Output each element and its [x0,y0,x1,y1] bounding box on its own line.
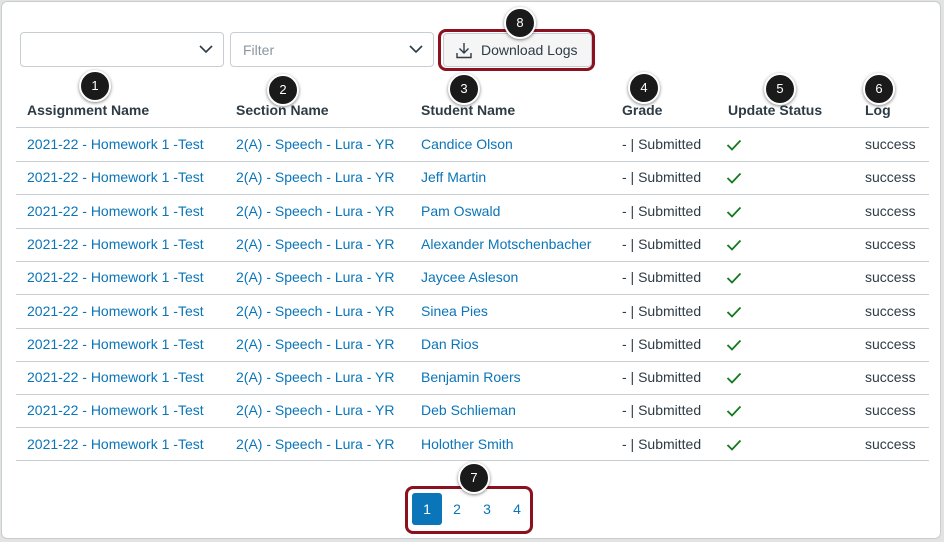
student-link[interactable]: Deb Schlieman [421,402,516,418]
check-icon [726,439,742,451]
check-icon [726,206,742,218]
section-link[interactable]: 2(A) - Speech - Lura - YR [236,402,394,418]
assignment-link[interactable]: 2021-22 - Homework 1 -Test [27,303,204,319]
callout-badge-1: 1 [79,70,111,102]
check-icon [726,339,742,351]
assignment-link[interactable]: 2021-22 - Homework 1 -Test [27,369,204,385]
assignment-link[interactable]: 2021-22 - Homework 1 -Test [27,169,204,185]
student-link[interactable]: Candice Olson [421,136,513,152]
page-2-button[interactable]: 2 [442,493,472,525]
check-icon [726,273,742,284]
log-cell: success [865,169,916,186]
assignment-link[interactable]: 2021-22 - Homework 1 -Test [27,203,204,219]
callout-badge-5: 5 [764,73,796,105]
log-cell: success [865,235,916,252]
student-link[interactable]: Sinea Pies [421,303,488,319]
student-link[interactable]: Dan Rios [421,336,479,352]
check-icon [726,372,742,384]
student-link[interactable]: Benjamin Roers [421,369,521,385]
table-row: 2021-22 - Homework 1 -Test 2(A) - Speech … [2,228,940,262]
grade-cell: - | Submitted [622,402,702,419]
grade-cell: - | Submitted [622,335,702,352]
grade-cell: - | Submitted [622,202,702,219]
section-link[interactable]: 2(A) - Speech - Lura - YR [236,303,394,319]
log-cell: success [865,202,916,219]
section-link[interactable]: 2(A) - Speech - Lura - YR [236,136,394,152]
table-row: 2021-22 - Homework 1 -Test 2(A) - Speech … [2,428,940,461]
sis-sync-log-panel: Filter Download Logs Assignment Name Sec… [1,1,941,539]
check-icon [726,239,742,251]
table-row: 2021-22 - Homework 1 -Test 2(A) - Speech … [2,128,940,162]
table-row: 2021-22 - Homework 1 -Test 2(A) - Speech … [2,394,940,429]
table-row: 2021-22 - Homework 1 -Test 2(A) - Speech … [2,161,940,196]
student-link[interactable]: Jeff Martin [421,169,486,185]
section-link[interactable]: 2(A) - Speech - Lura - YR [236,269,394,285]
page-1-button[interactable]: 1 [412,493,442,525]
callout-badge-2: 2 [267,74,299,106]
section-link[interactable]: 2(A) - Speech - Lura - YR [236,236,394,252]
filter-placeholder: Filter [243,42,275,58]
section-link[interactable]: 2(A) - Speech - Lura - YR [236,169,394,185]
assignment-select[interactable] [20,32,224,67]
grade-cell: - | Submitted [622,169,702,186]
grade-cell: - | Submitted [622,435,702,452]
filter-select[interactable]: Filter [230,32,434,67]
table-row: 2021-22 - Homework 1 -Test 2(A) - Speech … [2,261,940,296]
table-row: 2021-22 - Homework 1 -Test 2(A) - Speech … [2,295,940,329]
section-link[interactable]: 2(A) - Speech - Lura - YR [236,336,394,352]
check-icon [726,173,742,185]
log-cell: success [865,302,916,319]
chevron-down-icon [409,45,423,54]
section-link[interactable]: 2(A) - Speech - Lura - YR [236,436,394,452]
student-link[interactable]: Jaycee Asleson [421,269,518,285]
check-icon [726,306,742,318]
callout-badge-7: 7 [458,462,490,494]
page-4-button[interactable]: 4 [502,493,532,525]
column-header-assignment[interactable]: Assignment Name [27,102,149,118]
assignment-link[interactable]: 2021-22 - Homework 1 -Test [27,436,204,452]
assignment-link[interactable]: 2021-22 - Homework 1 -Test [27,136,204,152]
log-cell: success [865,435,916,452]
callout-badge-8: 8 [504,7,536,39]
student-link[interactable]: Holother Smith [421,436,514,452]
log-cell: success [865,269,916,286]
check-icon [726,139,742,151]
assignment-link[interactable]: 2021-22 - Homework 1 -Test [27,236,204,252]
table-row: 2021-22 - Homework 1 -Test 2(A) - Speech … [2,361,940,396]
grade-cell: - | Submitted [622,269,702,286]
assignment-link[interactable]: 2021-22 - Homework 1 -Test [27,269,204,285]
log-cell: success [865,402,916,419]
assignment-link[interactable]: 2021-22 - Homework 1 -Test [27,336,204,352]
log-cell: success [865,369,916,386]
log-cell: success [865,335,916,352]
assignment-link[interactable]: 2021-22 - Homework 1 -Test [27,402,204,418]
student-link[interactable]: Pam Oswald [421,203,500,219]
table-row: 2021-22 - Homework 1 -Test 2(A) - Speech … [2,195,940,229]
table-row: 2021-22 - Homework 1 -Test 2(A) - Speech … [2,328,940,362]
grade-cell: - | Submitted [622,136,702,152]
callout-badge-4: 4 [628,72,660,104]
column-header-grade[interactable]: Grade [622,102,662,118]
grade-cell: - | Submitted [622,369,702,386]
grade-cell: - | Submitted [622,235,702,252]
table-bottom-divider [16,460,929,461]
callout-badge-3: 3 [448,73,480,105]
grade-cell: - | Submitted [622,302,702,319]
student-link[interactable]: Alexander Motschenbacher [421,236,591,252]
chevron-down-icon [199,45,213,54]
log-cell: success [865,136,916,152]
callout-badge-6: 6 [863,73,895,105]
section-link[interactable]: 2(A) - Speech - Lura - YR [236,203,394,219]
check-icon [726,406,742,418]
section-link[interactable]: 2(A) - Speech - Lura - YR [236,369,394,385]
page-3-button[interactable]: 3 [472,493,502,525]
